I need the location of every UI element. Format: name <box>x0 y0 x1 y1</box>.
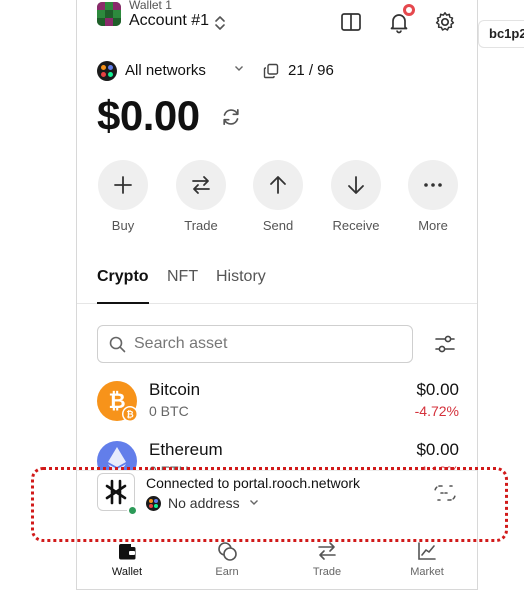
account-switch-icon[interactable] <box>213 14 227 32</box>
wallet-label: Wallet 1 <box>129 0 172 12</box>
more-dots-icon <box>408 160 458 210</box>
nav-trade-label: Trade <box>312 566 342 578</box>
send-label: Send <box>262 218 294 233</box>
tab-crypto[interactable]: Crypto <box>97 268 149 286</box>
wallet-extension-panel: Wallet 1 Account #1 All networks 21 / 96… <box>76 0 478 590</box>
arrow-up-icon <box>253 160 303 210</box>
account-name[interactable]: Account #1 <box>129 12 209 30</box>
chart-icon <box>418 542 436 560</box>
connected-site-label: Connected to portal.rooch.network <box>146 475 361 491</box>
sidebar-panel-icon[interactable] <box>339 10 363 34</box>
side-address-chip[interactable]: bc1p2 <box>478 20 524 48</box>
plus-icon <box>98 160 148 210</box>
send-button[interactable]: Send <box>252 160 304 233</box>
search-icon <box>109 336 126 353</box>
buy-button[interactable]: Buy <box>97 160 149 233</box>
connected-address-selector[interactable]: No address <box>168 495 240 511</box>
more-button[interactable]: More <box>407 160 459 233</box>
trade-button[interactable]: Trade <box>175 160 227 233</box>
total-balance: $0.00 <box>97 92 200 139</box>
arrow-down-icon <box>331 160 381 210</box>
bitcoin-icon: ₿ ₿ <box>97 381 138 422</box>
notification-badge <box>401 2 417 18</box>
all-networks-icon <box>146 496 161 511</box>
address-count: 21 / 96 <box>288 62 334 79</box>
account-avatar[interactable] <box>97 2 121 26</box>
asset-name: Ethereum <box>149 440 223 459</box>
receive-button[interactable]: Receive <box>330 160 382 233</box>
bottom-navigation: Wallet Earn Trade Market <box>77 538 477 589</box>
asset-value: $0.00 <box>416 440 459 459</box>
bell-icon[interactable] <box>387 2 417 34</box>
asset-row-bitcoin[interactable]: ₿ ₿ Bitcoin 0 BTC $0.00 -4.72% <box>97 379 459 429</box>
action-bar: Buy Trade Send Receive More <box>97 160 459 233</box>
refresh-icon[interactable] <box>220 106 242 128</box>
nav-market[interactable]: Market <box>392 540 462 578</box>
buy-label: Buy <box>111 218 135 233</box>
svg-text:₿: ₿ <box>126 410 133 420</box>
chevron-down-icon[interactable] <box>234 63 244 76</box>
swap-icon <box>318 542 336 560</box>
nav-earn-label: Earn <box>215 566 239 578</box>
screen: bc1p2 Wallet 1 Account #1 All networks 2… <box>0 0 524 594</box>
svg-text:₿: ₿ <box>108 390 125 413</box>
copy-address-icon[interactable] <box>263 63 279 79</box>
gear-icon[interactable] <box>433 10 457 34</box>
asset-value: $0.00 <box>416 380 459 399</box>
active-tab-indicator <box>97 302 149 304</box>
nav-trade[interactable]: Trade <box>292 540 362 578</box>
all-networks-icon <box>97 61 117 81</box>
connected-site-banner[interactable]: Connected to portal.rooch.network No add… <box>77 470 477 530</box>
swap-icon <box>176 160 226 210</box>
chevron-down-icon[interactable] <box>249 497 259 510</box>
nav-wallet[interactable]: Wallet <box>92 540 162 578</box>
header: Wallet 1 Account #1 <box>97 0 459 38</box>
nav-earn[interactable]: Earn <box>192 540 262 578</box>
nav-wallet-label: Wallet <box>111 566 143 578</box>
wallet-icon <box>119 544 136 560</box>
more-label: More <box>418 218 448 233</box>
nav-market-label: Market <box>410 566 444 578</box>
tab-history[interactable]: History <box>216 268 266 286</box>
tab-nft[interactable]: NFT <box>167 268 198 286</box>
search-input[interactable] <box>134 334 394 354</box>
asset-tabs: Crypto NFT History <box>77 260 477 304</box>
filter-icon[interactable] <box>434 333 456 355</box>
connection-status-dot <box>127 505 138 516</box>
search-box <box>97 325 413 363</box>
network-row: All networks 21 / 96 <box>97 60 397 82</box>
asset-change: -4.72% <box>414 403 459 419</box>
trade-label: Trade <box>184 218 218 233</box>
receive-label: Receive <box>332 218 380 233</box>
earn-icon <box>218 542 237 561</box>
asset-name: Bitcoin <box>149 380 201 399</box>
disconnect-link-icon[interactable] <box>433 481 457 505</box>
asset-amount: 0 BTC <box>149 403 189 419</box>
network-selector[interactable]: All networks <box>125 62 206 79</box>
